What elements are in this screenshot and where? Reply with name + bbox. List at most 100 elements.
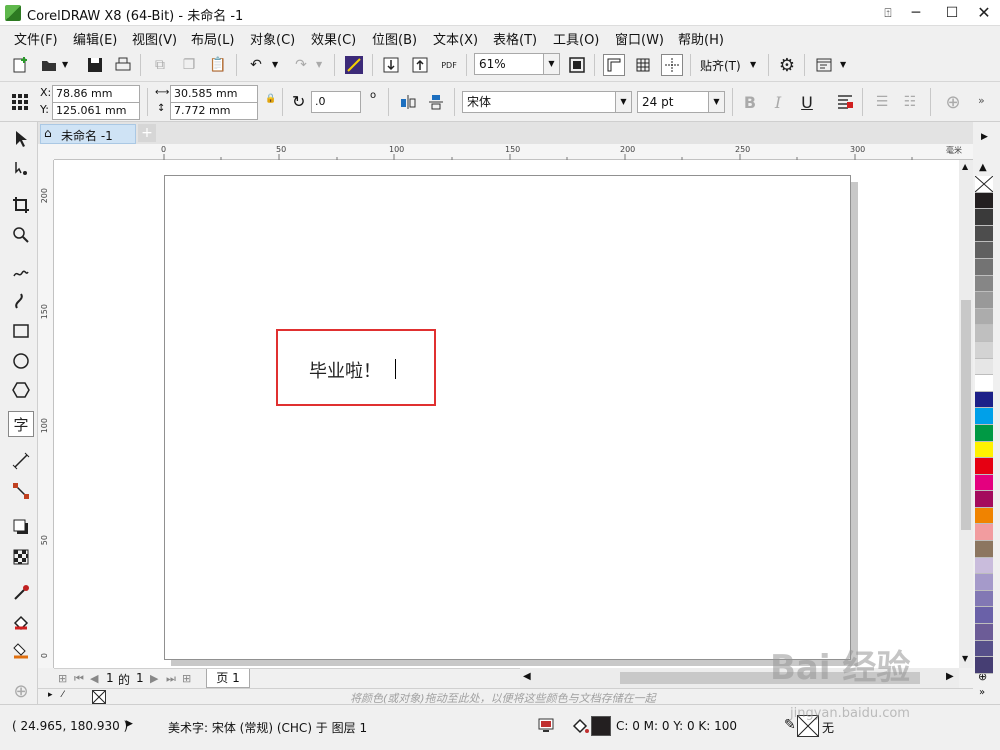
- palette-swatch[interactable]: [975, 308, 993, 326]
- zoom-tool-icon[interactable]: [8, 222, 34, 248]
- maximize-button[interactable]: ☐: [934, 0, 970, 26]
- status-expand-icon[interactable]: ▶: [126, 719, 133, 729]
- palette-swatch[interactable]: [975, 424, 993, 442]
- palette-expand-icon[interactable]: »: [979, 687, 985, 698]
- palette-swatch[interactable]: [975, 458, 993, 475]
- crop-tool-icon[interactable]: [8, 192, 34, 218]
- italic-icon[interactable]: I: [767, 91, 789, 113]
- print-icon[interactable]: [112, 54, 134, 76]
- add-page-before-icon[interactable]: ⊞: [58, 672, 67, 685]
- menu-edit[interactable]: 编辑(E): [73, 29, 117, 48]
- menu-tools[interactable]: 工具(O): [553, 29, 599, 48]
- last-page-icon[interactable]: ⏭: [166, 672, 176, 686]
- horizontal-ruler[interactable]: 0 50 100 150 200 250 300 毫米: [54, 144, 973, 160]
- smart-fill-tool-icon[interactable]: [8, 638, 34, 664]
- add-tool-icon[interactable]: ⊕: [8, 678, 34, 704]
- copy-icon[interactable]: ❐: [178, 54, 200, 76]
- rotation-angle-field[interactable]: .0: [311, 91, 361, 113]
- x-position-field[interactable]: 78.86 mm: [52, 85, 140, 103]
- text-alignment-icon[interactable]: [834, 91, 856, 113]
- cut-icon[interactable]: ⧉: [149, 54, 171, 76]
- ruler-origin[interactable]: [38, 144, 54, 160]
- menu-view[interactable]: 视图(V): [132, 29, 177, 48]
- shape-tool-icon[interactable]: [8, 156, 34, 182]
- palette-swatch[interactable]: [975, 507, 993, 525]
- first-page-icon[interactable]: ⏮: [74, 672, 84, 686]
- save-icon[interactable]: [84, 54, 106, 76]
- menu-window[interactable]: 窗口(W): [615, 29, 664, 48]
- menu-layout[interactable]: 布局(L): [191, 29, 234, 48]
- snap-to-button[interactable]: 贴齐(T): [700, 57, 741, 74]
- menu-text[interactable]: 文本(X): [433, 29, 478, 48]
- palette-swatch[interactable]: [975, 657, 993, 674]
- palette-swatch[interactable]: [975, 574, 993, 591]
- color-proofing-icon[interactable]: [538, 717, 554, 733]
- export-icon[interactable]: [409, 54, 431, 76]
- palette-swatch[interactable]: [975, 391, 993, 409]
- artistic-media-tool-icon[interactable]: [8, 288, 34, 314]
- width-field[interactable]: 30.585 mm: [170, 85, 258, 103]
- menu-table[interactable]: 表格(T): [493, 29, 537, 48]
- font-size-select[interactable]: 24 pt ▼: [637, 91, 725, 113]
- rectangle-tool-icon[interactable]: [8, 318, 34, 344]
- show-rulers-icon[interactable]: [603, 54, 625, 76]
- y-position-field[interactable]: 125.061 mm: [52, 102, 140, 120]
- zoom-level-select[interactable]: 61% ▼: [474, 53, 560, 75]
- undo-dropdown-icon[interactable]: ▼: [272, 60, 278, 69]
- publish-pdf-icon[interactable]: PDF: [438, 54, 460, 76]
- pick-tool-icon[interactable]: [8, 126, 34, 152]
- palette-swatch[interactable]: [975, 375, 993, 392]
- add-icon[interactable]: ⊕: [942, 91, 964, 113]
- palette-swatch[interactable]: [975, 341, 993, 359]
- palette-swatch[interactable]: [975, 209, 993, 226]
- launcher-dropdown-icon[interactable]: ▼: [840, 60, 846, 69]
- menu-help[interactable]: 帮助(H): [678, 29, 724, 48]
- scroll-left-icon[interactable]: ◀: [523, 671, 531, 682]
- freehand-tool-icon[interactable]: [8, 258, 34, 284]
- vertical-scroll-thumb[interactable]: [961, 300, 971, 530]
- palette-swatch[interactable]: [975, 640, 993, 658]
- polygon-tool-icon[interactable]: [8, 377, 34, 403]
- palette-swatch[interactable]: [975, 524, 993, 542]
- palette-swatch[interactable]: [975, 292, 993, 309]
- snap-dropdown-icon[interactable]: ▼: [750, 60, 756, 69]
- scroll-down-icon[interactable]: ▼: [962, 654, 968, 663]
- palette-swatch[interactable]: [975, 408, 993, 425]
- minimize-button[interactable]: ─: [898, 0, 934, 26]
- height-field[interactable]: 7.772 mm: [170, 102, 258, 120]
- transparency-tool-icon[interactable]: [8, 544, 34, 570]
- palette-swatch[interactable]: [975, 557, 993, 575]
- close-button[interactable]: ✕: [966, 0, 1000, 26]
- palette-swatch[interactable]: [975, 541, 993, 558]
- more-options-icon[interactable]: »: [978, 94, 985, 107]
- mirror-vertical-icon[interactable]: [425, 91, 447, 113]
- redo-dropdown-icon[interactable]: ▼: [316, 60, 322, 69]
- eyedropper-icon[interactable]: ⁄: [62, 690, 64, 700]
- no-color-swatch[interactable]: [92, 690, 106, 704]
- import-icon[interactable]: [380, 54, 402, 76]
- font-family-select[interactable]: 宋体 ▼: [462, 91, 632, 113]
- application-launcher-icon[interactable]: [813, 54, 835, 76]
- show-guidelines-icon[interactable]: [661, 54, 683, 76]
- ellipse-tool-icon[interactable]: [8, 348, 34, 374]
- palette-swatch[interactable]: [975, 590, 993, 608]
- interactive-fill-tool-icon[interactable]: [8, 610, 34, 636]
- scroll-right-icon[interactable]: ▶: [946, 671, 954, 682]
- palette-swatch[interactable]: [975, 474, 993, 492]
- palette-swatch[interactable]: [975, 225, 993, 243]
- parallel-dimension-tool-icon[interactable]: [8, 448, 34, 474]
- artistic-text[interactable]: 毕业啦！: [309, 357, 381, 383]
- new-tab-plus-icon[interactable]: +: [138, 124, 156, 142]
- lock-ratio-icon[interactable]: 🔒: [265, 94, 276, 104]
- palette-swatch[interactable]: [975, 607, 993, 625]
- undo-icon[interactable]: ↶: [245, 54, 267, 76]
- drop-cap-icon[interactable]: ☷: [899, 91, 921, 113]
- color-eyedropper-tool-icon[interactable]: [8, 580, 34, 606]
- bullet-list-icon[interactable]: ☰: [871, 91, 893, 113]
- text-tool-icon[interactable]: 字: [8, 411, 34, 437]
- connector-tool-icon[interactable]: [8, 478, 34, 504]
- palette-swatch[interactable]: [975, 275, 993, 293]
- show-grid-icon[interactable]: [632, 54, 654, 76]
- redo-icon[interactable]: ↷: [290, 54, 312, 76]
- object-origin-icon[interactable]: [9, 91, 31, 113]
